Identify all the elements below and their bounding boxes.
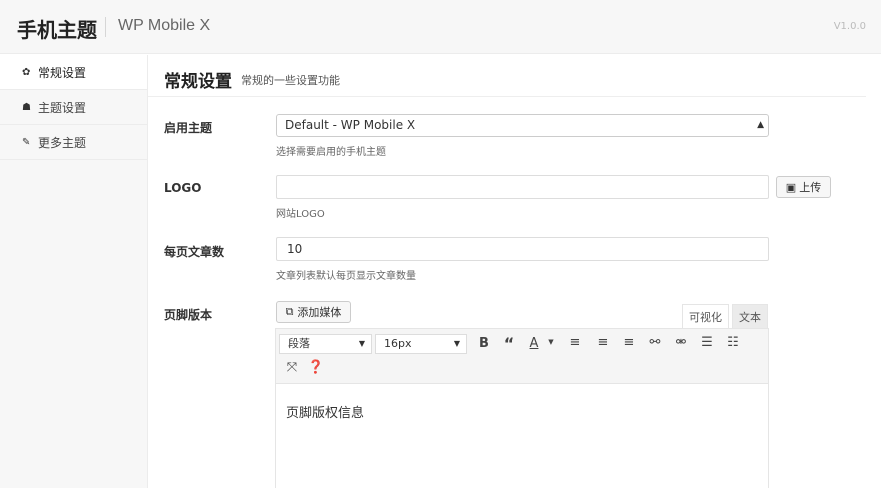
- sidebar-item-label: 更多主题: [38, 135, 87, 150]
- rich-text-editor: 段落 ▼ 16px ▼ B “ A ▼ ≡ ≡ ≡ ⚯ ⚮ ☰ ☷ ⤧ ❓ 页脚…: [275, 328, 769, 488]
- caret-down-icon: ▼: [453, 339, 460, 348]
- align-left-icon[interactable]: ≡: [566, 335, 584, 350]
- format-select-value: 段落: [288, 337, 310, 350]
- add-media-button[interactable]: ⧉ 添加媒体: [276, 301, 351, 323]
- sidebar: ✿ 常规设置 ☗ 主题设置 ✎ 更多主题: [0, 55, 148, 488]
- footer-label: 页脚版本: [164, 308, 213, 322]
- theme-help: 选择需要启用的手机主题: [276, 147, 386, 158]
- text-color-icon[interactable]: A: [525, 336, 543, 351]
- blockquote-icon[interactable]: “: [500, 334, 518, 353]
- help-icon[interactable]: ❓: [307, 360, 325, 375]
- media-icon: ⧉: [285, 305, 294, 318]
- version-label: V1.0.0: [833, 21, 866, 32]
- sidebar-item-label: 常规设置: [38, 65, 87, 80]
- align-right-icon[interactable]: ≡: [620, 335, 638, 350]
- page-title: 常规设置: [164, 72, 232, 92]
- app-title: 手机主题: [17, 18, 97, 42]
- numbered-list-icon[interactable]: ☷: [724, 335, 742, 350]
- theme-label: 启用主题: [164, 121, 213, 135]
- theme-select-value: Default - WP Mobile X: [285, 118, 416, 132]
- caret-down-icon[interactable]: ▼: [542, 338, 560, 346]
- title-divider: [148, 96, 866, 97]
- app-subtitle: WP Mobile X: [118, 17, 211, 34]
- align-center-icon[interactable]: ≡: [594, 335, 612, 350]
- select-arrows-icon: ▲: [757, 120, 764, 130]
- unlink-icon[interactable]: ⚮: [672, 335, 690, 350]
- logo-label: LOGO: [164, 181, 202, 195]
- sidebar-item-more-themes[interactable]: ✎ 更多主题: [0, 125, 147, 160]
- editor-toolbar: 段落 ▼ 16px ▼ B “ A ▼ ≡ ≡ ≡ ⚯ ⚮ ☰ ☷ ⤧ ❓: [276, 329, 768, 384]
- sidebar-item-general[interactable]: ✿ 常规设置: [0, 55, 147, 90]
- bold-icon[interactable]: B: [475, 336, 493, 351]
- theme-select[interactable]: Default - WP Mobile X ▲: [276, 114, 769, 137]
- posts-per-page-input[interactable]: 10: [276, 237, 769, 261]
- wrench-icon: ✎: [22, 136, 31, 148]
- font-size-select-value: 16px: [384, 337, 412, 350]
- link-icon[interactable]: ⚯: [646, 335, 664, 350]
- gear-icon: ✿: [22, 66, 31, 78]
- upload-button-label: 上传: [799, 181, 822, 194]
- tab-visual[interactable]: 可视化: [682, 304, 729, 328]
- sidebar-item-label: 主题设置: [38, 100, 87, 115]
- logo-help: 网站LOGO: [276, 209, 325, 220]
- posts-per-page-help: 文章列表默认每页显示文章数量: [276, 271, 416, 282]
- sidebar-item-theme[interactable]: ☗ 主题设置: [0, 90, 147, 125]
- page-description: 常规的一些设置功能: [241, 74, 340, 87]
- home-icon: ☗: [22, 101, 31, 113]
- app-header: 手机主题 WP Mobile X V1.0.0: [0, 0, 881, 54]
- main-content: 常规设置 常规的一些设置功能 启用主题 Default - WP Mobile …: [148, 55, 881, 488]
- caret-down-icon: ▼: [358, 339, 365, 348]
- upload-button[interactable]: ▣ 上传: [776, 176, 831, 198]
- fullscreen-icon[interactable]: ⤧: [283, 360, 301, 375]
- editor-content[interactable]: 页脚版权信息: [286, 402, 364, 421]
- add-media-label: 添加媒体: [297, 306, 342, 319]
- logo-input[interactable]: [276, 175, 769, 199]
- header-divider: [105, 17, 106, 37]
- tab-text[interactable]: 文本: [732, 304, 768, 328]
- image-icon: ▣: [785, 180, 797, 194]
- bullet-list-icon[interactable]: ☰: [698, 335, 716, 350]
- posts-per-page-label: 每页文章数: [164, 245, 225, 259]
- font-size-select[interactable]: 16px ▼: [375, 334, 467, 354]
- format-select[interactable]: 段落 ▼: [279, 334, 372, 354]
